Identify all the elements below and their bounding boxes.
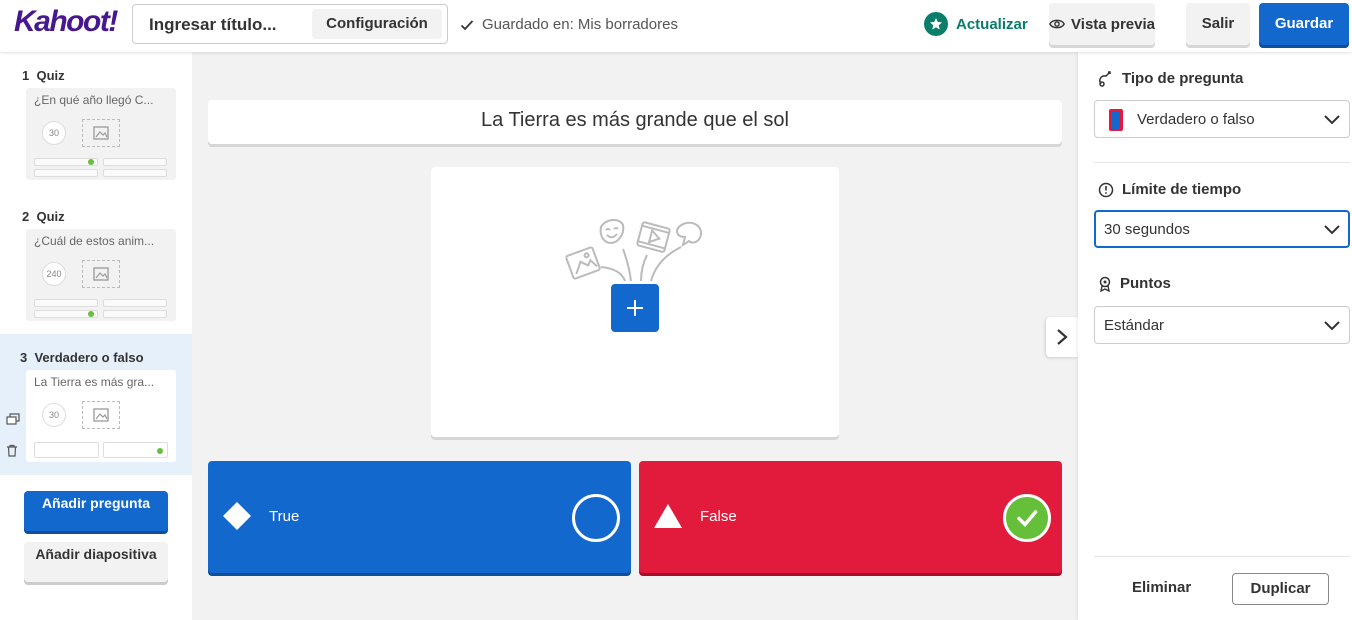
chevron-down-icon <box>1324 115 1340 125</box>
correct-dot <box>157 448 163 454</box>
save-status-text: Guardado en: Mis borradores <box>482 16 678 33</box>
points-label: Puntos <box>1120 275 1171 292</box>
award-icon <box>1099 276 1111 292</box>
image-placeholder-icon <box>82 119 120 147</box>
slide-header: 1 Quiz <box>22 68 65 83</box>
answer-bar <box>34 442 99 458</box>
title-placeholder: Ingresar título... <box>149 15 277 34</box>
answer-bar <box>34 299 98 307</box>
upgrade-label: Actualizar <box>956 15 1028 33</box>
time-limit-label: Límite de tiempo <box>1122 181 1242 198</box>
chevron-down-icon <box>1324 225 1340 235</box>
diamond-icon <box>223 502 251 530</box>
timer-badge: 30 <box>42 403 66 427</box>
answer-bar <box>103 169 167 177</box>
plus-icon <box>627 300 643 316</box>
settings-panel: Tipo de pregunta Verdadero o falso Límit… <box>1078 52 1352 620</box>
answer-bar <box>34 169 98 177</box>
settings-button[interactable]: Configuración <box>312 9 442 39</box>
question-type-label: Tipo de pregunta <box>1122 70 1244 87</box>
correct-dot <box>88 159 94 165</box>
slides-sidebar: 1 Quiz ¿En qué año llegó C... 30 2 Quiz … <box>0 52 192 620</box>
star-icon <box>924 12 948 36</box>
answer-bar <box>103 158 167 166</box>
chevron-right-icon <box>1057 329 1068 345</box>
trash-icon[interactable] <box>6 444 18 462</box>
timer-badge: 30 <box>42 121 66 145</box>
duplicate-slide-icon[interactable] <box>6 412 20 430</box>
question-type-heading: Tipo de pregunta <box>1098 70 1243 87</box>
delete-button[interactable]: Eliminar <box>1132 579 1191 596</box>
top-bar: Kahoot! Ingresar título... Configuración… <box>0 0 1352 52</box>
save-status: Guardado en: Mis borradores <box>460 16 678 33</box>
divider <box>1094 556 1350 557</box>
answer-option-true[interactable]: True <box>208 461 631 573</box>
kahoot-logo[interactable]: Kahoot! <box>14 5 118 39</box>
upgrade-button[interactable]: Actualizar <box>924 12 1028 36</box>
time-limit-value: 30 segundos <box>1104 221 1190 238</box>
answer-label: True <box>269 508 300 525</box>
points-heading: Puntos <box>1098 275 1171 292</box>
preview-button[interactable]: Vista previa <box>1049 3 1155 45</box>
save-button[interactable]: Guardar <box>1259 3 1349 45</box>
slide-type: Quiz <box>36 68 65 83</box>
image-placeholder-icon <box>82 260 120 288</box>
time-limit-heading: Límite de tiempo <box>1098 181 1241 198</box>
chevron-down-icon <box>1324 321 1340 331</box>
timer-badge: 240 <box>42 262 66 286</box>
triangle-icon <box>654 504 682 528</box>
exit-button[interactable]: Salir <box>1186 3 1250 45</box>
clock-icon <box>1098 182 1114 197</box>
slide-thumbnail[interactable]: ¿En qué año llegó C... 30 <box>26 88 176 180</box>
slide-number: 2 <box>22 209 30 224</box>
slide-question: ¿Cuál de estos anim... <box>34 234 155 248</box>
answer-label: False <box>700 508 737 525</box>
eye-icon <box>1049 19 1065 29</box>
checkmark-icon <box>460 19 474 30</box>
correct-answer-toggle[interactable] <box>1003 494 1051 542</box>
slide-number: 3 <box>20 350 28 365</box>
add-slide-button[interactable]: Añadir diapositiva <box>24 542 168 582</box>
slide-number: 1 <box>22 68 30 83</box>
answer-bar <box>103 310 167 318</box>
slide-thumbnail[interactable]: La Tierra es más gra... 30 <box>26 370 176 462</box>
question-input[interactable]: La Tierra es más grande que el sol <box>208 100 1062 144</box>
slide-header: 3 Verdadero o falso <box>20 350 144 365</box>
answer-bar <box>103 299 167 307</box>
slide-type: Verdadero o falso <box>34 350 144 365</box>
slide-thumbnail[interactable]: ¿Cuál de estos anim... 240 <box>26 229 176 321</box>
media-types-illustration <box>565 219 703 282</box>
answer-option-false[interactable]: False <box>639 461 1062 573</box>
points-value: Estándar <box>1104 317 1165 334</box>
add-question-button[interactable]: Añadir pregunta <box>24 491 168 531</box>
slide-type: Quiz <box>36 209 65 224</box>
slide-item-1[interactable]: 1 Quiz ¿En qué año llegó C... 30 <box>0 52 192 193</box>
preview-label: Vista previa <box>1071 15 1155 33</box>
add-media-button[interactable] <box>611 284 659 332</box>
question-type-value: Verdadero o falso <box>1137 111 1255 128</box>
slide-item-2[interactable]: 2 Quiz ¿Cuál de estos anim... 240 <box>0 193 192 334</box>
divider <box>1094 162 1350 163</box>
question-type-icon <box>1099 70 1111 87</box>
correct-answer-toggle[interactable] <box>572 494 620 542</box>
duplicate-button[interactable]: Duplicar <box>1232 573 1329 605</box>
collapse-panel-button[interactable] <box>1046 317 1078 357</box>
image-placeholder-icon <box>82 401 120 429</box>
slide-question: ¿En qué año llegó C... <box>34 93 154 107</box>
media-upload-area[interactable] <box>431 167 839 437</box>
slide-question: La Tierra es más gra... <box>34 375 155 389</box>
question-type-select[interactable]: Verdadero o falso <box>1094 100 1350 138</box>
time-limit-select[interactable]: 30 segundos <box>1094 210 1350 248</box>
correct-dot <box>88 311 94 317</box>
slide-item-3[interactable]: 3 Verdadero o falso La Tierra es más gra… <box>0 334 192 475</box>
points-select[interactable]: Estándar <box>1094 306 1350 344</box>
slide-header: 2 Quiz <box>22 209 65 224</box>
title-field[interactable]: Ingresar título... Configuración <box>132 4 448 44</box>
true-false-icon <box>1109 109 1123 131</box>
checkmark-icon <box>1017 510 1038 528</box>
